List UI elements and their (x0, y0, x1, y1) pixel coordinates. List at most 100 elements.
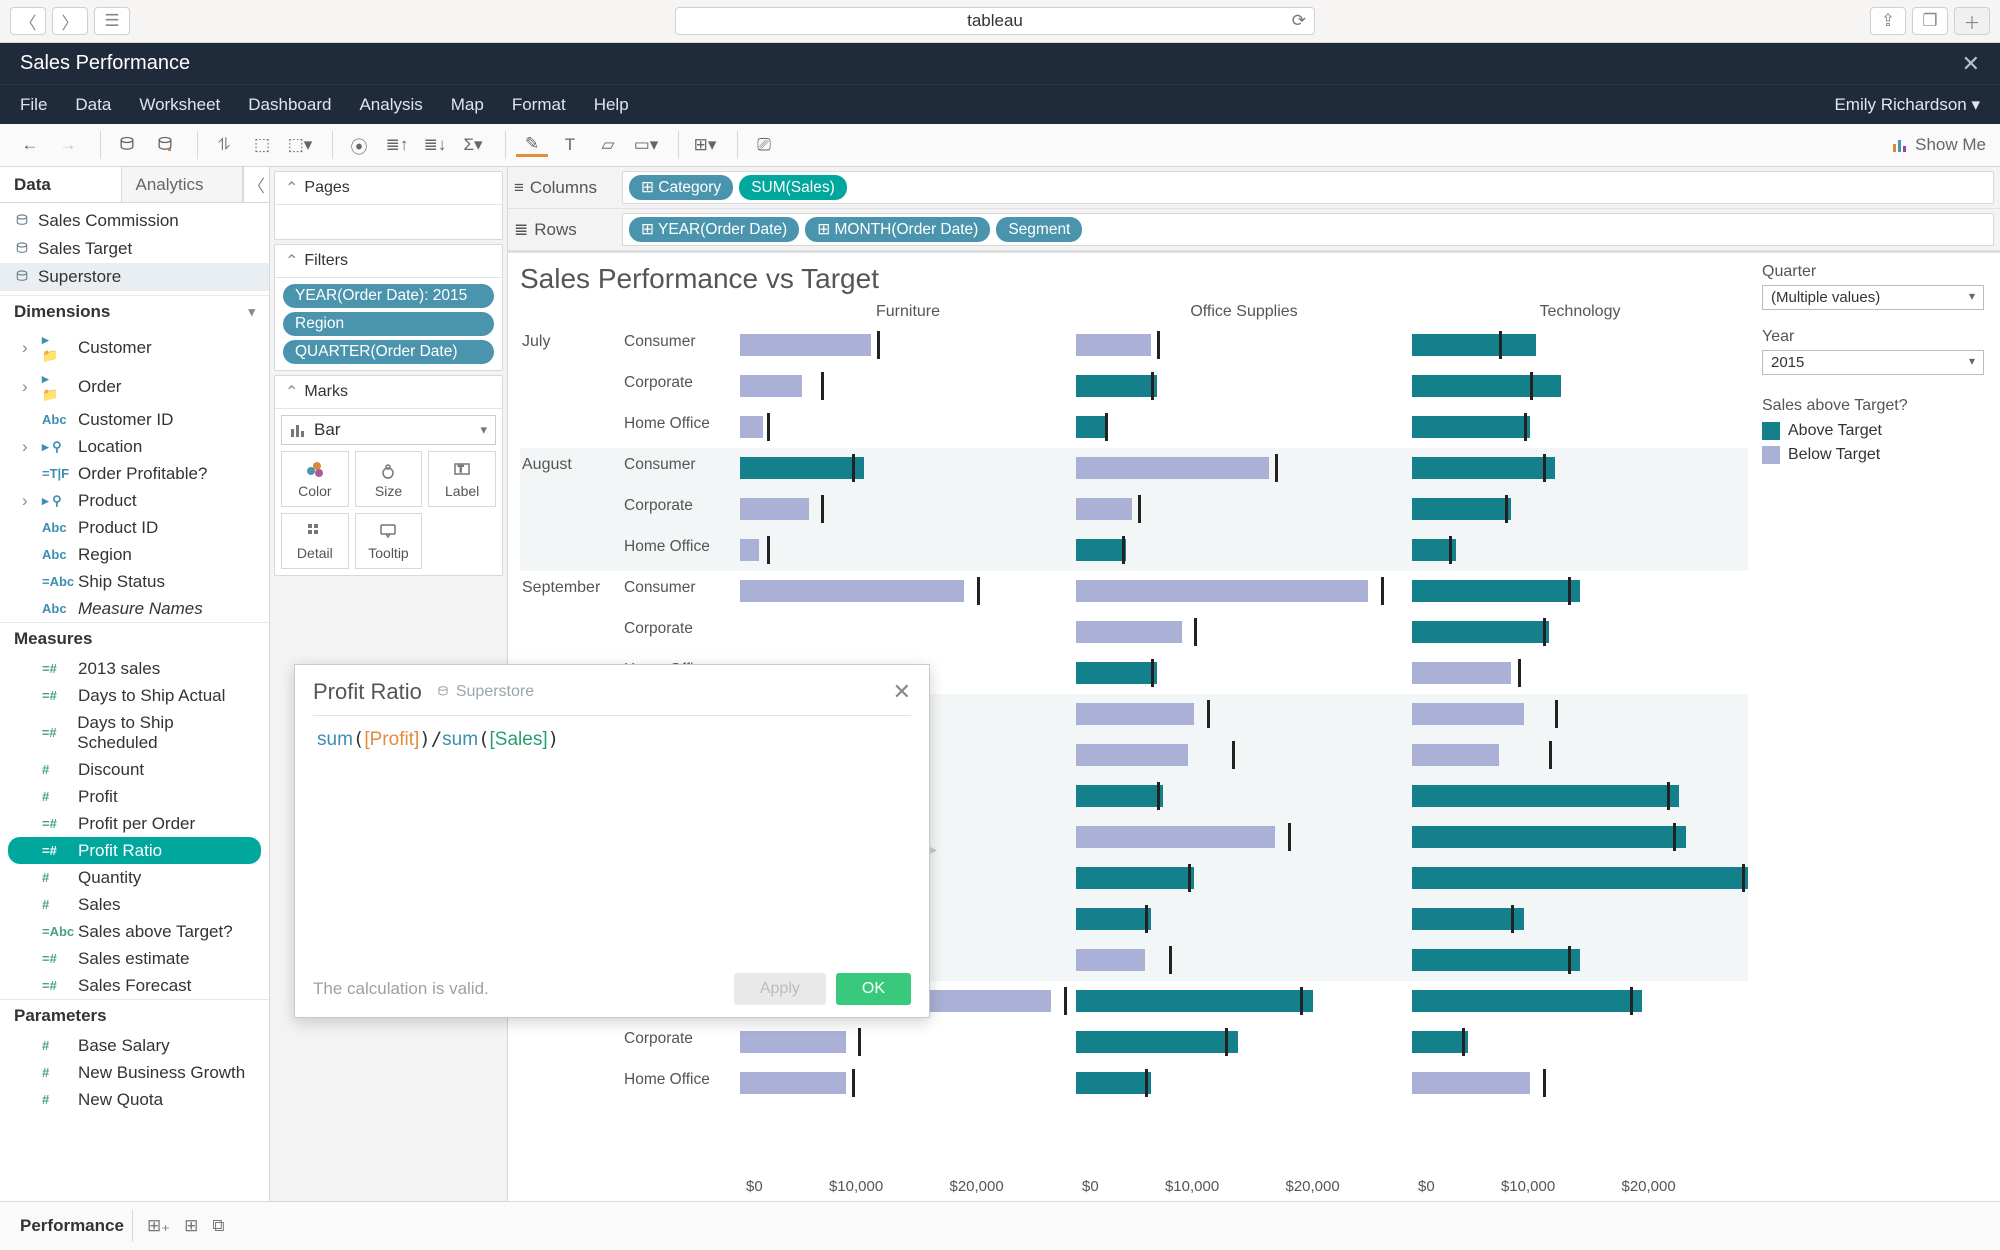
sort2-icon[interactable]: ≣↓ (419, 130, 451, 160)
browser-forward-button[interactable]: 〉 (52, 7, 88, 35)
filter-pill[interactable]: Region (283, 312, 494, 336)
shelf-pill[interactable]: ⊞ MONTH(Order Date) (805, 217, 990, 242)
marks-card[interactable]: ⌃Marks Bar ColorSizeTLabelDetailTooltip (274, 375, 503, 576)
filter-pill[interactable]: QUARTER(Order Date) (283, 340, 494, 364)
swap-icon[interactable]: ⥮ (208, 130, 240, 160)
tab-data[interactable]: Data (0, 167, 122, 202)
shelf-pill[interactable]: ⊞ Category (629, 175, 733, 200)
calculated-field-dialog[interactable]: Profit Ratio Superstore ✕ sum([Profit])/… (294, 664, 930, 1018)
shelf-pill[interactable]: SUM(Sales) (739, 175, 847, 200)
field-item[interactable]: #Base Salary (0, 1032, 269, 1059)
dialog-close-icon[interactable]: ✕ (893, 679, 911, 705)
new-story-icon[interactable]: ⧉ (212, 1216, 224, 1236)
show-me-button[interactable]: Show Me (1891, 135, 1986, 155)
tabs-button[interactable]: ❐ (1912, 7, 1948, 35)
shelf-pill[interactable]: ⊞ YEAR(Order Date) (629, 217, 799, 242)
browser-address-bar[interactable]: tableau ⟳ (675, 7, 1315, 35)
new-dashboard-icon[interactable]: ⊞ (184, 1216, 198, 1236)
field-item[interactable]: =#Sales estimate (0, 945, 269, 972)
menu-dashboard[interactable]: Dashboard (248, 95, 331, 115)
field-item[interactable]: =#2013 sales (0, 655, 269, 682)
collapse-icon[interactable]: 〈 (243, 167, 269, 202)
new-tab-button[interactable]: ＋ (1954, 7, 1990, 35)
field-item[interactable]: #Discount (0, 756, 269, 783)
menu-map[interactable]: Map (451, 95, 484, 115)
field-item[interactable]: ›▸ 📁Customer (0, 328, 269, 367)
field-item[interactable]: #Sales (0, 891, 269, 918)
pages-card[interactable]: ⌃Pages (274, 171, 503, 240)
browser-sidebar-button[interactable]: ☰ (94, 7, 130, 35)
refresh-datasource-icon[interactable] (149, 130, 181, 160)
field-item[interactable]: AbcCustomer ID (0, 406, 269, 433)
menu-analysis[interactable]: Analysis (359, 95, 422, 115)
field-item[interactable]: AbcRegion (0, 541, 269, 568)
share-button[interactable]: ⇪ (1870, 7, 1906, 35)
field-item[interactable]: ›▸ ⚲Location (0, 433, 269, 460)
menu-worksheet[interactable]: Worksheet (139, 95, 220, 115)
fit-icon[interactable]: ⊞▾ (689, 130, 721, 160)
ok-button[interactable]: OK (836, 973, 911, 1005)
group-icon[interactable]: ⦿ (343, 130, 375, 160)
filters-card[interactable]: ⌃Filters YEAR(Order Date): 2015RegionQUA… (274, 244, 503, 371)
close-icon[interactable]: ✕ (1962, 51, 1980, 77)
presentation-icon[interactable]: ⎚ (748, 130, 780, 160)
sort-desc-icon[interactable]: ⬚▾ (284, 130, 316, 160)
field-item[interactable]: =#Days to Ship Actual (0, 682, 269, 709)
marks-type-dropdown[interactable]: Bar (281, 415, 496, 445)
field-item[interactable]: ›▸ ⚲Product (0, 487, 269, 514)
user-menu[interactable]: Emily Richardson ▾ (1834, 95, 1980, 115)
mark-color[interactable]: Color (281, 451, 349, 507)
fill-icon[interactable]: ▱ (592, 130, 624, 160)
quarter-filter[interactable]: (Multiple values) (1762, 285, 1984, 310)
field-item[interactable]: =AbcShip Status (0, 568, 269, 595)
legend-below[interactable]: Below Target (1762, 443, 1984, 467)
new-datasource-icon[interactable] (111, 130, 143, 160)
forward-icon[interactable]: → (52, 130, 84, 160)
new-worksheet-icon[interactable]: ⊞₊ (147, 1216, 170, 1236)
back-icon[interactable]: ← (14, 130, 46, 160)
apply-button[interactable]: Apply (734, 973, 826, 1005)
sheet-tab-performance[interactable]: Performance (12, 1210, 133, 1242)
formula-editor[interactable]: sum([Profit])/sum([Sales]) (313, 716, 911, 763)
field-item[interactable]: =#Profit per Order (0, 810, 269, 837)
text-icon[interactable]: T (554, 130, 586, 160)
sort-asc-icon[interactable]: ⬚ (246, 130, 278, 160)
field-item[interactable]: =#Sales Forecast (0, 972, 269, 999)
menu-file[interactable]: File (20, 95, 47, 115)
sort1-icon[interactable]: ≣↑ (381, 130, 413, 160)
field-item[interactable]: =#Profit Ratio (8, 837, 261, 864)
calc-title[interactable]: Profit Ratio (313, 679, 422, 705)
mark-detail[interactable]: Detail (281, 513, 349, 569)
expand-icon[interactable]: ▸ (930, 841, 937, 858)
menu-data[interactable]: Data (75, 95, 111, 115)
datasource-item[interactable]: Sales Commission (0, 207, 269, 235)
field-item[interactable]: =T|FOrder Profitable? (0, 460, 269, 487)
field-item[interactable]: #New Quota (0, 1086, 269, 1113)
mark-size[interactable]: Size (355, 451, 423, 507)
field-item[interactable]: ›▸ 📁Order (0, 367, 269, 406)
shelf-pill[interactable]: Segment (996, 217, 1082, 242)
year-filter[interactable]: 2015 (1762, 350, 1984, 375)
field-item[interactable]: #Profit (0, 783, 269, 810)
field-item[interactable]: AbcMeasure Names (0, 595, 269, 622)
field-item[interactable]: #Quantity (0, 864, 269, 891)
highlight-icon[interactable]: ✎ (516, 133, 548, 157)
menu-format[interactable]: Format (512, 95, 566, 115)
field-item[interactable]: =#Days to Ship Scheduled (0, 709, 269, 756)
datasource-item[interactable]: Sales Target (0, 235, 269, 263)
datasource-item[interactable]: Superstore (0, 263, 269, 291)
mark-label[interactable]: TLabel (428, 451, 496, 507)
menu-help[interactable]: Help (594, 95, 629, 115)
columns-shelf[interactable]: ≡Columns ⊞ CategorySUM(Sales) (508, 167, 2000, 209)
mark-tooltip[interactable]: Tooltip (355, 513, 423, 569)
reload-icon[interactable]: ⟳ (1292, 11, 1306, 31)
field-item[interactable]: =AbcSales above Target? (0, 918, 269, 945)
field-item[interactable]: #New Business Growth (0, 1059, 269, 1086)
field-item[interactable]: AbcProduct ID (0, 514, 269, 541)
rows-shelf[interactable]: ≣Rows ⊞ YEAR(Order Date)⊞ MONTH(Order Da… (508, 209, 2000, 251)
browser-back-button[interactable]: 〈 (10, 7, 46, 35)
border-icon[interactable]: ▭▾ (630, 130, 662, 160)
filter-pill[interactable]: YEAR(Order Date): 2015 (283, 284, 494, 308)
totals-icon[interactable]: Σ▾ (457, 130, 489, 160)
tab-analytics[interactable]: Analytics (122, 167, 244, 202)
